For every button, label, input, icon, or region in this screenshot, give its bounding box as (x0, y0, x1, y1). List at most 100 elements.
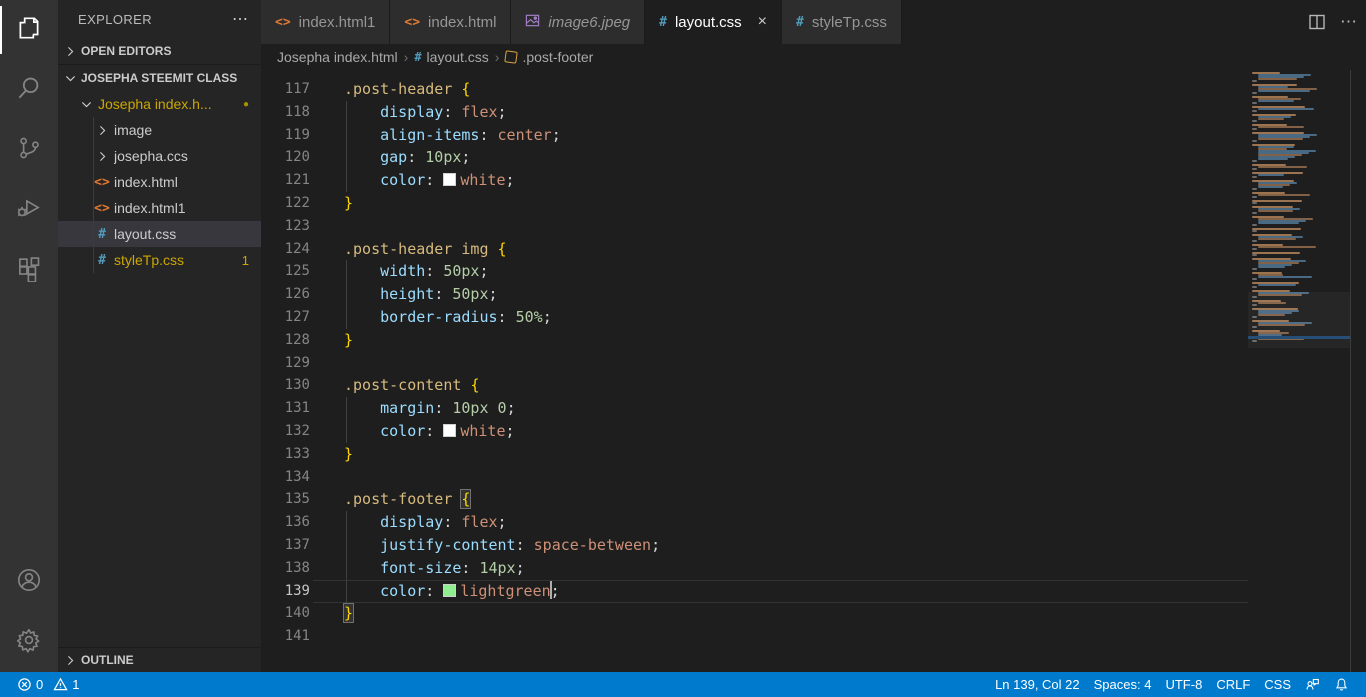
activitybar-accounts[interactable] (0, 552, 58, 612)
code-line-123[interactable]: 123 (261, 215, 1248, 238)
code-line-133[interactable]: 133} (261, 443, 1248, 466)
code-line-127[interactable]: 127 border-radius: 50%; (261, 306, 1248, 329)
cursor-position-status[interactable]: Ln 139, Col 22 (988, 677, 1087, 692)
code-line-118[interactable]: 118 display: flex; (261, 100, 1248, 124)
code-line-119[interactable]: 119 align-items: center; (261, 123, 1248, 147)
tree-item-josepha-index-h-[interactable]: Josepha index.h... ● (58, 91, 261, 117)
code-line-122[interactable]: 122} (261, 192, 1248, 215)
code-line-141[interactable]: 141 (261, 625, 1248, 648)
line-number[interactable]: 132 (261, 420, 310, 443)
minimap[interactable] (1248, 70, 1350, 672)
breadcrumb-item[interactable]: .post-footer (504, 49, 593, 65)
split-editor-button[interactable] (1308, 13, 1326, 31)
language-mode-status[interactable]: CSS (1257, 677, 1298, 692)
close-icon[interactable]: × (758, 13, 767, 31)
line-number[interactable]: 121 (261, 169, 310, 192)
vertical-scrollbar[interactable] (1350, 70, 1366, 672)
line-number[interactable]: 129 (261, 352, 310, 375)
code-line-125[interactable]: 125 width: 50px; (261, 260, 1248, 284)
code-line-134[interactable]: 134 (261, 466, 1248, 489)
sidebar-more-actions-icon[interactable]: ⋯ (232, 9, 249, 29)
eol-status[interactable]: CRLF (1209, 677, 1257, 692)
color-swatch[interactable] (443, 173, 457, 187)
feedback-button[interactable] (1298, 677, 1327, 692)
color-swatch[interactable] (443, 583, 457, 597)
warning-count: 1 (72, 677, 80, 692)
line-number[interactable]: 139 (261, 580, 310, 603)
indent-guide (93, 117, 94, 273)
tree-item-layout-css[interactable]: # layout.css (58, 221, 261, 247)
activitybar-extensions[interactable] (0, 240, 58, 300)
open-editors-section[interactable]: OPEN EDITORS (58, 38, 261, 65)
line-number[interactable]: 138 (261, 557, 310, 580)
indentation-status[interactable]: Spaces: 4 (1087, 677, 1159, 692)
minimap-viewport[interactable] (1248, 292, 1350, 348)
code-line-117[interactable]: 117 .post-header { (261, 78, 1248, 101)
line-number[interactable]: 133 (261, 443, 310, 466)
workspace-root[interactable]: JOSEPHA STEEMIT CLASS (58, 65, 261, 91)
line-number[interactable]: 131 (261, 397, 310, 420)
code-line-120[interactable]: 120 gap: 10px; (261, 146, 1248, 170)
tree-item-image[interactable]: image (58, 117, 261, 143)
line-number[interactable]: 124 (261, 238, 310, 261)
line-number[interactable]: 128 (261, 329, 310, 352)
tree-item-index-html1[interactable]: <> index.html1 (58, 195, 261, 221)
code-editor[interactable]: 117 .post-header {118 display: flex; 119 a… (261, 70, 1366, 672)
line-number[interactable]: 125 (261, 260, 310, 283)
code-text: width: 50px; (380, 262, 489, 281)
tree-item-styletp-css[interactable]: # styleTp.css 1 (58, 247, 261, 273)
outline-section[interactable]: OUTLINE (58, 647, 261, 672)
breadcrumb-item[interactable]: # layout.css (414, 49, 488, 65)
code-line-129[interactable]: 129 (261, 352, 1248, 375)
code-line-132[interactable]: 132 color: white; (261, 420, 1248, 443)
activitybar-manage[interactable] (0, 612, 58, 672)
code-line-138[interactable]: 138 font-size: 14px; (261, 556, 1248, 580)
color-swatch[interactable] (443, 424, 457, 437)
code-line-126[interactable]: 126 height: 50px; (261, 283, 1248, 307)
notifications-button[interactable] (1327, 677, 1356, 692)
line-number[interactable]: 135 (261, 488, 310, 511)
line-number[interactable]: 137 (261, 534, 310, 557)
line-number[interactable]: 134 (261, 466, 310, 489)
tab-styletp-css[interactable]: # styleTp.css (782, 0, 902, 44)
activitybar-explorer[interactable] (0, 0, 58, 60)
line-number[interactable]: 119 (261, 124, 310, 147)
code-line-131[interactable]: 131 margin: 10px 0; (261, 397, 1248, 421)
tab-image6-jpeg[interactable]: image6.jpeg (511, 0, 646, 44)
tree-item-index-html[interactable]: <> index.html (58, 169, 261, 195)
tab-bar: <> index.html1 <> index.html image6.jpeg # lay… (261, 0, 1366, 44)
tab-index-html1[interactable]: <> index.html1 (261, 0, 391, 44)
code-text: color: white; (380, 171, 515, 190)
problems-status[interactable]: 0 1 (10, 672, 86, 697)
code-line-128[interactable]: 128} (261, 329, 1248, 352)
code-line-121[interactable]: 121 color: white; (261, 169, 1248, 193)
tree-item-josepha-ccs[interactable]: josepha.ccs (58, 143, 261, 169)
line-number[interactable]: 126 (261, 283, 310, 306)
code-line-124[interactable]: 124 .post-header img { (261, 238, 1248, 261)
code-line-130[interactable]: 130 .post-content { (261, 374, 1248, 397)
minimap-line (1258, 194, 1310, 196)
tab-index-html[interactable]: <> index.html (390, 0, 512, 44)
code-line-140[interactable]: 140} (261, 602, 1248, 625)
line-number[interactable]: 140 (261, 602, 310, 625)
tab-layout-css[interactable]: # layout.css × (645, 0, 783, 44)
activitybar-run-and-debug[interactable] (0, 180, 58, 240)
line-number[interactable]: 136 (261, 511, 310, 534)
line-number[interactable]: 122 (261, 192, 310, 215)
line-number[interactable]: 123 (261, 215, 310, 238)
code-line-137[interactable]: 137 justify-content: space-between; (261, 534, 1248, 557)
code-line-139[interactable]: 139 color: lightgreen; (261, 579, 1248, 603)
activitybar-source-control[interactable] (0, 120, 58, 180)
line-number[interactable]: 141 (261, 625, 310, 648)
line-number[interactable]: 117 (261, 78, 310, 101)
line-number[interactable]: 118 (261, 101, 310, 124)
more-actions-button[interactable]: ⋯ (1340, 12, 1358, 32)
breadcrumb-item[interactable]: Josepha index.html (277, 49, 398, 65)
encoding-status[interactable]: UTF-8 (1158, 677, 1209, 692)
code-line-136[interactable]: 136 display: flex; (261, 511, 1248, 535)
line-number[interactable]: 120 (261, 146, 310, 169)
code-line-135[interactable]: 135 .post-footer { (261, 488, 1248, 511)
activitybar-search[interactable] (0, 60, 58, 120)
line-number[interactable]: 130 (261, 374, 310, 397)
line-number[interactable]: 127 (261, 306, 310, 329)
